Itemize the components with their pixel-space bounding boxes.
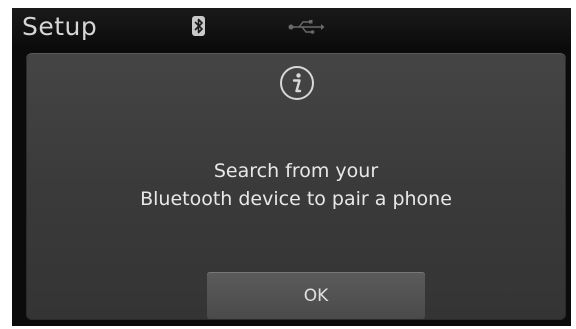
pairing-dialog: Search from your Bluetooth device to pai… — [26, 53, 566, 320]
ok-button[interactable]: OK — [207, 272, 425, 319]
info-icon — [279, 65, 315, 101]
usb-icon — [287, 18, 325, 36]
message-line-2: Bluetooth device to pair a phone — [140, 188, 452, 210]
bluetooth-icon — [192, 16, 205, 36]
page-title: Setup — [22, 12, 98, 41]
dialog-message: Search from your Bluetooth device to pai… — [26, 157, 566, 213]
ok-button-label: OK — [303, 285, 329, 306]
head-unit-screen: Setup Search from your Bluetooth device … — [12, 8, 571, 326]
status-bar: Setup — [12, 8, 571, 46]
message-line-1: Search from your — [213, 160, 379, 182]
